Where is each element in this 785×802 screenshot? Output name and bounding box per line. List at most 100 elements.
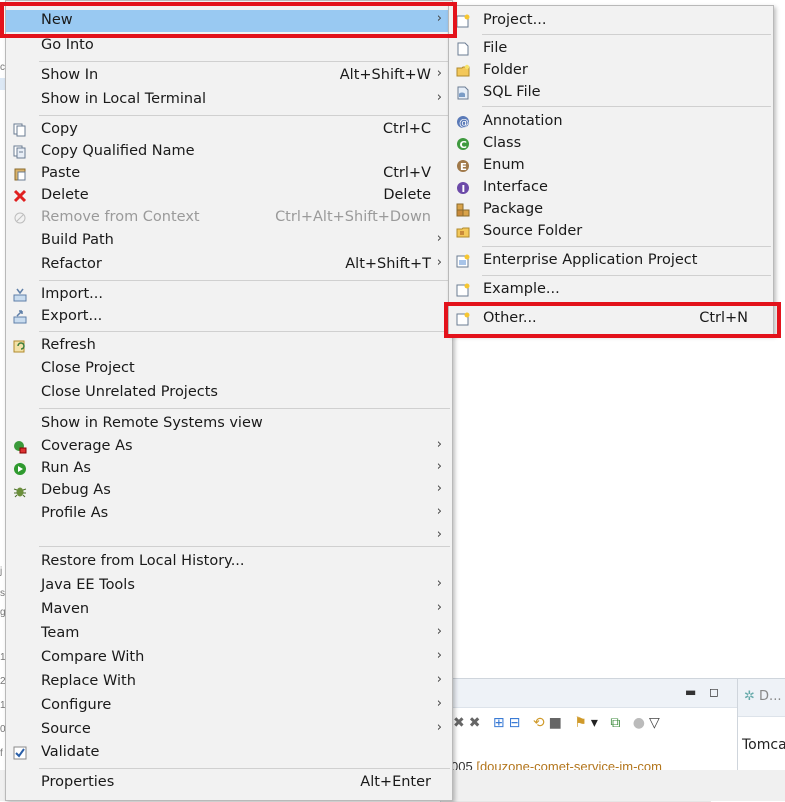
menu-item-label: Coverage As: [41, 438, 133, 454]
menu-separator: [39, 115, 450, 116]
servers-tab[interactable]: ✲ D...: [738, 679, 785, 717]
menu-item-properties[interactable]: Properties Alt+Enter: [6, 772, 452, 794]
submenu-item-label: Class: [483, 135, 522, 151]
submenu-item-enterprise-application-project[interactable]: Enterprise Application Project: [449, 250, 773, 272]
menu-item-compare-with[interactable]: Compare With ›: [6, 647, 452, 669]
submenu-item-annotation[interactable]: @ Annotation: [449, 111, 773, 133]
submenu-item-package[interactable]: Package: [449, 199, 773, 221]
menu-item-show-in-remote-systems-view[interactable]: Show in Remote Systems view: [6, 413, 452, 435]
svg-text:@: @: [459, 118, 469, 129]
menu-item-empty[interactable]: ›: [6, 526, 452, 548]
submenu-item-other[interactable]: Other... Ctrl+N: [449, 308, 773, 330]
menu-item-java-ee-tools[interactable]: Java EE Tools ›: [6, 575, 452, 597]
menu-item-close-project[interactable]: Close Project: [6, 358, 452, 380]
submenu-item-label: Project...: [483, 12, 547, 28]
remove-all-icon[interactable]: ✖: [469, 715, 485, 731]
menu-item-label: Build Path: [41, 232, 114, 248]
submenu-item-enum[interactable]: E Enum: [449, 155, 773, 177]
chevron-right-icon: ›: [436, 527, 442, 542]
menu-item-maven[interactable]: Maven ›: [6, 599, 452, 621]
package-icon: [456, 203, 470, 217]
menu-separator: [482, 34, 771, 35]
menu-item-label: Profile As: [41, 505, 109, 521]
paste-icon: [13, 167, 27, 181]
menu-item-shortcut: Ctrl+C: [382, 121, 431, 137]
menu-item-label: Team: [41, 625, 80, 641]
submenu-item-label: Annotation: [483, 113, 563, 129]
menu-item-go-into[interactable]: Go Into: [6, 35, 452, 57]
enum-icon: E: [456, 159, 470, 173]
menu-item-team[interactable]: Team ›: [6, 623, 452, 645]
menu-item-shortcut: Ctrl+V: [383, 165, 431, 181]
menu-item-build-path[interactable]: Build Path ›: [6, 230, 452, 252]
chevron-right-icon: ›: [436, 437, 442, 452]
word-wrap-icon[interactable]: ⟲: [533, 715, 549, 731]
menu-item-source[interactable]: Source ›: [6, 719, 452, 741]
open-console-icon[interactable]: ⚑: [574, 715, 591, 731]
chevron-right-icon: ›: [436, 600, 442, 615]
chevron-right-icon: ›: [436, 231, 442, 246]
menu-item-show-in[interactable]: Show In Alt+Shift+W ›: [6, 65, 452, 87]
minimize-icon[interactable]: ▬: [685, 685, 696, 699]
menu-item-restore-from-local-history[interactable]: Restore from Local History...: [6, 551, 452, 573]
menu-item-copy[interactable]: Copy Ctrl+C: [6, 119, 452, 141]
menu-item-shortcut: Alt+Enter: [360, 774, 431, 790]
chevron-right-icon: ›: [436, 672, 442, 687]
chevron-right-icon: ›: [436, 648, 442, 663]
debug-view-icon[interactable]: ●: [633, 715, 649, 731]
menu-item-configure[interactable]: Configure ›: [6, 695, 452, 717]
menu-item-coverage-as[interactable]: Coverage As ›: [6, 436, 452, 458]
submenu-item-label: Source Folder: [483, 223, 583, 239]
submenu-item-interface[interactable]: I Interface: [449, 177, 773, 199]
menu-item-replace-with[interactable]: Replace With ›: [6, 671, 452, 693]
submenu-item-sql-file[interactable]: SQL File: [449, 82, 773, 104]
menu-item-debug-as[interactable]: Debug As ›: [6, 480, 452, 502]
menu-item-new[interactable]: New ›: [6, 10, 452, 32]
menu-item-paste[interactable]: Paste Ctrl+V: [6, 163, 452, 185]
menu-item-label: Show In: [41, 67, 99, 83]
menu-item-delete[interactable]: Delete Delete: [6, 185, 452, 207]
submenu-item-class[interactable]: C Class: [449, 133, 773, 155]
menu-item-import[interactable]: Import...: [6, 284, 452, 306]
menu-item-profile-as[interactable]: Profile As ›: [6, 503, 452, 525]
menu-item-label: Run As: [41, 460, 91, 476]
submenu-item-folder[interactable]: Folder: [449, 60, 773, 82]
submenu-item-label: Enum: [483, 157, 525, 173]
menu-item-label: Maven: [41, 601, 90, 617]
submenu-item-example[interactable]: Example...: [449, 279, 773, 301]
submenu-item-source-folder[interactable]: Source Folder: [449, 221, 773, 243]
sql-file-icon: [456, 86, 470, 100]
interface-icon: I: [456, 181, 470, 195]
menu-item-remove-from-context: Remove from Context Ctrl+Alt+Shift+Down: [6, 207, 452, 229]
menu-item-export[interactable]: Export...: [6, 306, 452, 328]
menu-separator: [482, 275, 771, 276]
menu-item-label: Properties: [41, 774, 115, 790]
pin-console-icon[interactable]: ⊞: [493, 715, 509, 731]
menu-item-refactor[interactable]: Refactor Alt+Shift+T ›: [6, 254, 452, 276]
maximize-icon[interactable]: ◻: [709, 685, 719, 699]
submenu-item-project[interactable]: Project...: [449, 10, 773, 32]
new-console-icon[interactable]: ⧉: [610, 715, 624, 731]
server-entry[interactable]: Tomca: [742, 737, 785, 753]
remove-launch-icon[interactable]: ✖: [453, 715, 469, 731]
console-toolbar: ✖✖ ⊞⊟ ⟲■ ⚑▾ ⧉ ●▽: [453, 715, 664, 733]
menu-item-show-in-local-terminal[interactable]: Show in Local Terminal ›: [6, 89, 452, 111]
menu-item-copy-qualified-name[interactable]: Copy Qualified Name: [6, 141, 452, 163]
view-menu-icon[interactable]: ▽: [649, 715, 664, 731]
menu-item-close-unrelated-projects[interactable]: Close Unrelated Projects: [6, 382, 452, 404]
menu-separator: [482, 106, 771, 107]
chevron-right-icon: ›: [436, 66, 442, 81]
chevron-down-icon[interactable]: ▾: [591, 715, 602, 731]
new-submenu: Project... File Folder SQL File @ Annotation C…: [448, 5, 774, 335]
menu-item-refresh[interactable]: Refresh: [6, 335, 452, 357]
submenu-item-file[interactable]: File: [449, 38, 773, 60]
terminate-icon[interactable]: ■: [549, 715, 566, 731]
chevron-right-icon: ›: [436, 255, 442, 270]
menu-item-validate[interactable]: Validate: [6, 742, 452, 764]
menu-item-run-as[interactable]: Run As ›: [6, 458, 452, 480]
chevron-right-icon: ›: [436, 11, 442, 26]
display-console-icon[interactable]: ⊟: [509, 715, 525, 731]
import-icon: [13, 288, 27, 302]
menu-separator: [39, 331, 450, 332]
menu-item-label: Go Into: [41, 37, 94, 53]
